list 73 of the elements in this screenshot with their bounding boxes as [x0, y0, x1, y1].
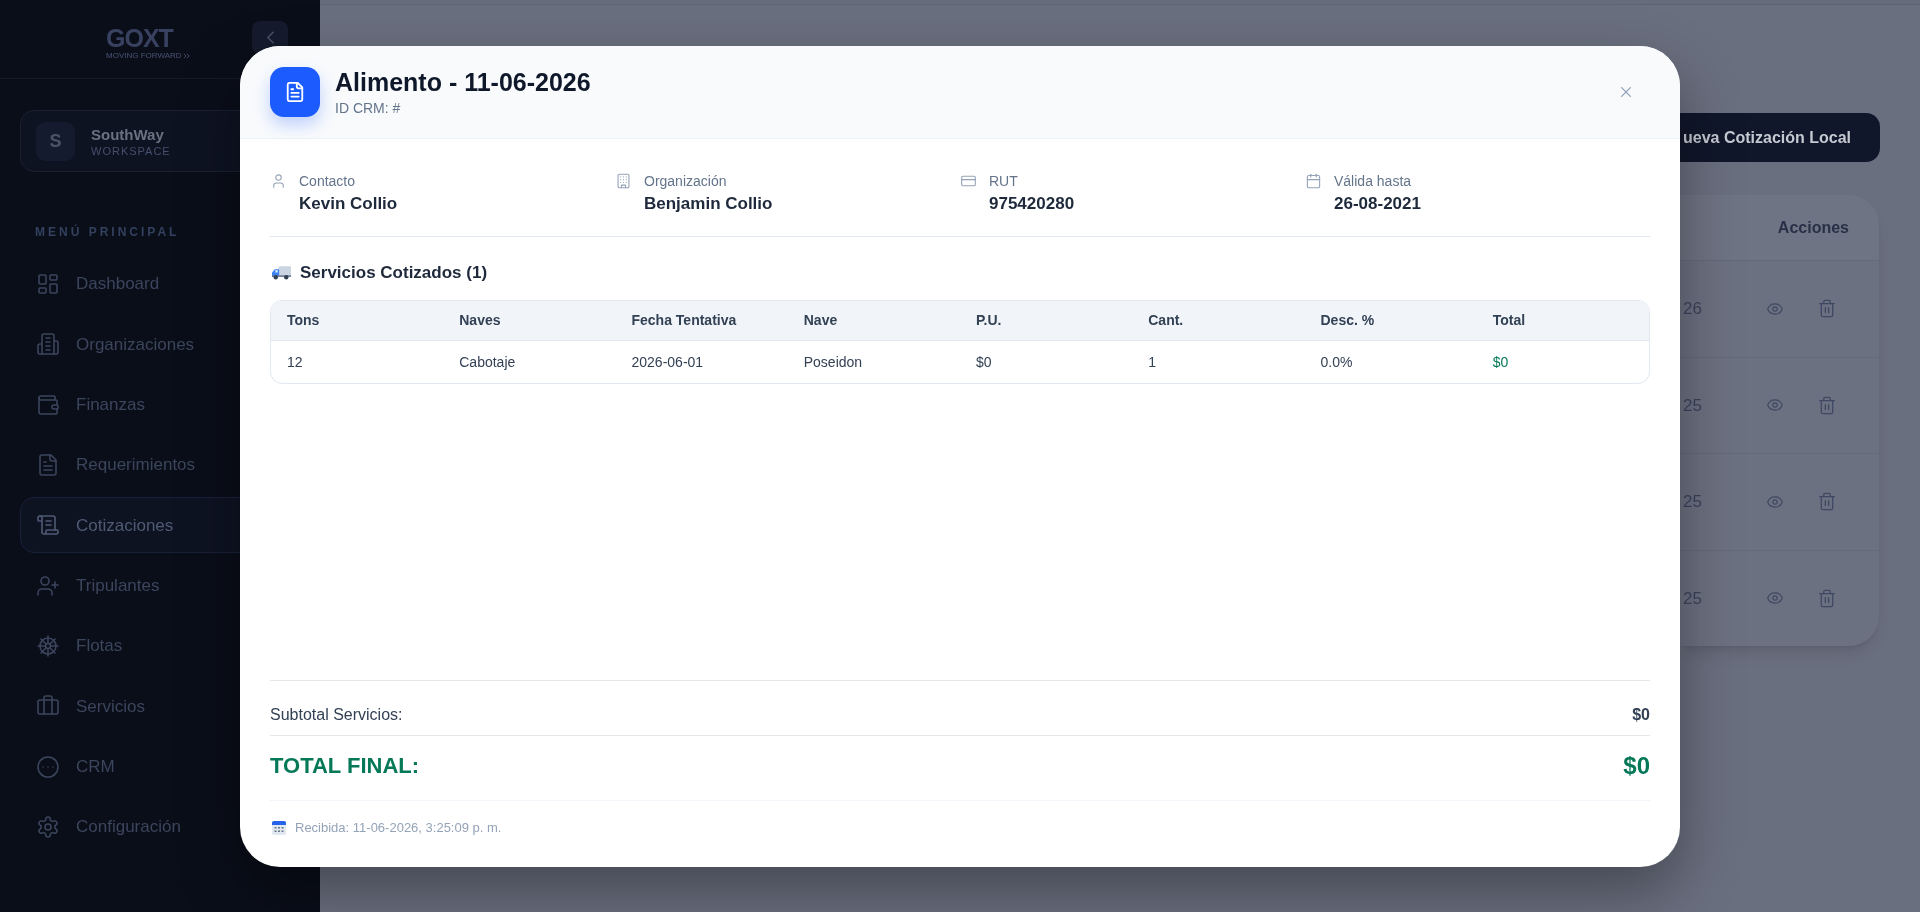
scroll-icon	[37, 514, 59, 537]
sidebar-item[interactable]: Finanzas	[20, 376, 300, 433]
column-header: Tons	[287, 311, 320, 330]
field-label: Organización	[644, 172, 728, 190]
briefcase-icon	[37, 695, 59, 718]
field-value: Benjamin Collio	[644, 193, 773, 215]
user-plus-icon	[37, 574, 59, 597]
table-cell-text: $0	[1492, 352, 1509, 372]
trash-icon[interactable]	[1818, 394, 1836, 416]
column-header: Cant.	[1148, 311, 1184, 330]
eye-icon[interactable]	[1764, 493, 1786, 510]
field-label: Válida hasta	[1334, 172, 1413, 190]
double-chevron-icon	[182, 52, 190, 59]
column-header: Total	[1492, 311, 1526, 330]
table-cell-text: Cabotaje	[459, 352, 516, 372]
user-icon	[271, 173, 286, 189]
column-header: Fecha Tentativa	[631, 311, 737, 330]
trash-icon[interactable]	[1818, 491, 1836, 513]
total-label: TOTAL FINAL:	[270, 752, 420, 780]
chevron-left-icon	[266, 31, 274, 44]
modal-subtitle: ID CRM: #	[335, 99, 402, 117]
table-cell-text: 2026-06-01	[631, 352, 704, 372]
wallet-icon	[37, 393, 59, 416]
eye-icon[interactable]	[1764, 590, 1786, 607]
workspace-label: WORKSPACE	[91, 143, 171, 158]
table-cell-text: Poseidon	[803, 352, 863, 372]
dots-circle-icon	[37, 755, 59, 778]
building-icon	[37, 333, 59, 356]
document-icon	[37, 454, 59, 477]
field-label: RUT	[989, 172, 1019, 190]
new-quote-button[interactable]: ueva Cotización Local	[1680, 113, 1880, 162]
grid-icon	[37, 273, 59, 295]
workspace-name: SouthWay	[91, 124, 165, 144]
calendar-icon	[272, 821, 286, 835]
section-heading: Servicios Cotizados (1)	[300, 262, 488, 284]
calendar-icon	[1306, 173, 1321, 189]
subtotal-value: $0	[1632, 705, 1650, 725]
logo-tagline: MOVING FORWARD	[106, 51, 182, 60]
eye-icon[interactable]	[1764, 300, 1786, 317]
column-header: Acciones	[1777, 217, 1849, 238]
column-header: Nave	[803, 311, 838, 330]
section-title: MENÚ PRINCIPAL	[34, 224, 181, 240]
field-value: 26-08-2021	[1334, 193, 1421, 215]
workspace-avatar: S	[36, 121, 75, 161]
table-cell-text: $0	[976, 352, 992, 372]
truck-icon	[272, 266, 291, 280]
credit-card-icon	[961, 173, 976, 189]
column-header: Desc. %	[1320, 311, 1375, 330]
table-cell-text: 0.0%	[1320, 352, 1353, 372]
column-header: Naves	[459, 311, 501, 330]
modal-title: Alimento - 11-06-2026	[335, 67, 591, 97]
field-value: 975420280	[989, 193, 1075, 215]
settings-icon	[37, 816, 59, 839]
sidebar-item[interactable]: Dashboard	[20, 256, 300, 312]
received-timestamp: Recibida: 11-06-2026, 3:25:09 p. m.	[295, 819, 502, 837]
building-icon	[616, 173, 631, 189]
eye-icon[interactable]	[1764, 397, 1786, 414]
logo: GOXT	[106, 26, 173, 50]
ship-wheel-icon	[37, 635, 59, 658]
document-icon	[270, 67, 320, 117]
sidebar-item[interactable]: Tripulantes	[20, 557, 300, 614]
column-header: P.U.	[976, 311, 1002, 330]
sidebar-item[interactable]: Flotas	[20, 618, 300, 675]
subtotal-label: Subtotal Servicios:	[270, 705, 403, 725]
field-value: Kevin Collio	[299, 193, 398, 215]
sidebar-item[interactable]: Requerimientos	[20, 437, 300, 494]
total-value: $0	[1623, 751, 1650, 781]
close-icon	[1618, 84, 1634, 100]
field-label: Contacto	[299, 172, 357, 190]
trash-icon[interactable]	[1818, 587, 1836, 609]
table-cell-text: 12	[287, 352, 303, 372]
trash-icon[interactable]	[1818, 298, 1836, 320]
table-cell-text: 1	[1148, 352, 1157, 372]
